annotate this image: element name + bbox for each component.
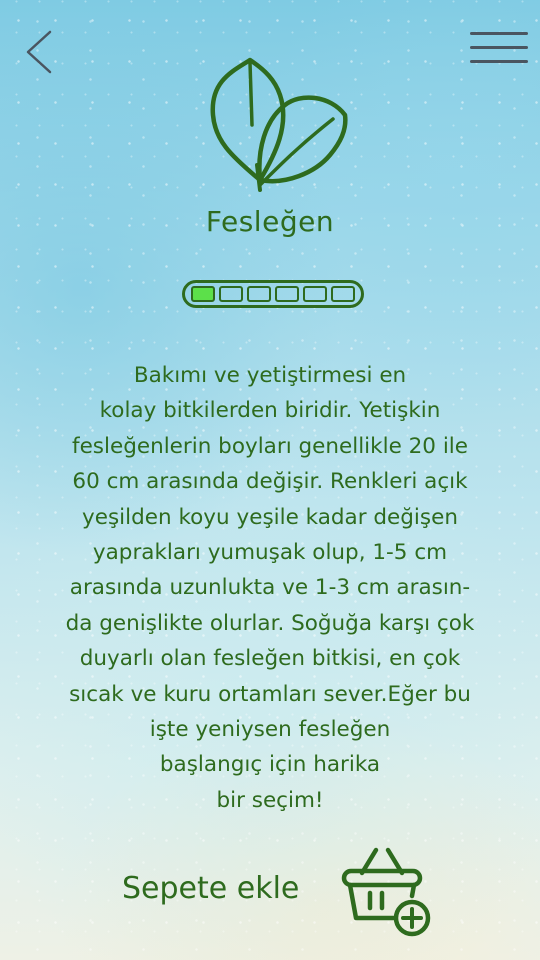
care-level-segment [275,286,299,302]
care-level-bar [182,280,364,308]
back-button[interactable] [18,28,62,76]
care-level-segment [191,286,215,302]
care-level-segment [303,286,327,302]
menu-button[interactable] [470,32,528,72]
plant-name: Fesleğen [205,205,335,238]
add-to-cart-button[interactable]: Sepete ekle [110,838,440,938]
leaf-icon [210,57,348,192]
care-level-segment [247,286,271,302]
plant-description: Bakımı ve yetiştirmesi en kolay bitkiler… [65,363,475,813]
care-level-segment [219,286,243,302]
hamburger-menu-icon [470,32,528,63]
add-to-cart-label: Sepete ekle [122,870,300,906]
basket-add-icon [341,847,431,937]
chevron-left-icon [26,30,52,74]
care-level-segment [331,286,355,302]
